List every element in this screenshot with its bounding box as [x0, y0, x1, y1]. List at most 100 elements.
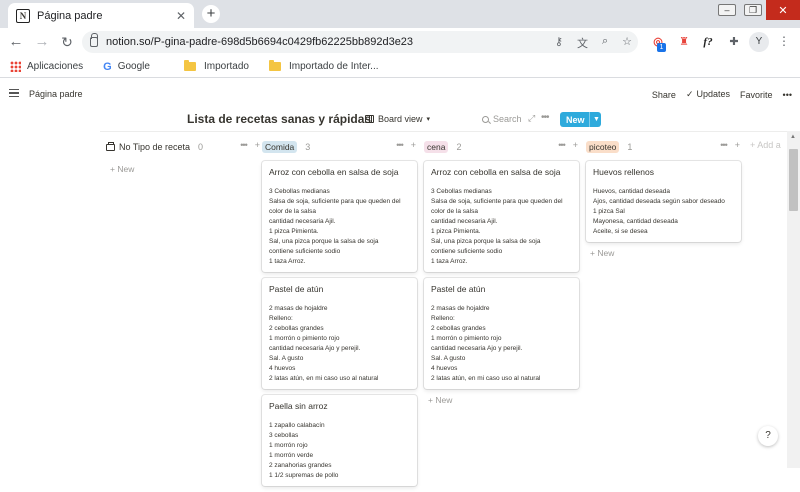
bookmark-folder-importado-inter[interactable]: Importado de Inter... [269, 60, 379, 72]
new-tab-button[interactable]: + [202, 5, 220, 23]
new-button[interactable]: New ▼ [560, 112, 601, 127]
help-button[interactable]: ? [758, 426, 778, 446]
card-line: Salsa de soja, suficiente para que quede… [269, 198, 401, 205]
folder-icon [269, 60, 281, 71]
card-line: cantidad necesaria Ajil. [431, 218, 498, 225]
bookmark-apps[interactable]: Aplicaciones [10, 61, 83, 72]
add-new-card[interactable]: + New [424, 395, 579, 405]
card-line: color de la salsa [269, 208, 316, 215]
bookmark-folder-importado[interactable]: Importado [183, 60, 249, 72]
card-title: Arroz con cebolla en salsa de soja [431, 167, 561, 177]
recipe-card[interactable]: Paella sin arroz 1 zapallo calabacín 3 ceb… [262, 395, 417, 486]
recipe-card[interactable]: Huevos rellenos Huevos, cantidad deseada A… [586, 161, 741, 242]
card-line: 2 zanahorias grandes [269, 462, 332, 469]
card-line: 3 Cebollas medianas [269, 188, 330, 195]
add-group-button[interactable]: + Add a [750, 140, 781, 150]
card-list: Huevos rellenos Huevos, cantidad deseada A… [586, 161, 741, 242]
updates-button[interactable]: ✓ Updates [686, 89, 730, 100]
card-line: cantidad necesaria Ajo y perejil. [431, 345, 523, 352]
updates-label: Updates [696, 89, 731, 99]
extension-red-icon[interactable]: ♜ [676, 34, 692, 50]
recipe-card[interactable]: Arroz con cebolla en salsa de soja 3 Cebo… [424, 161, 579, 272]
view-selector[interactable]: Board view ▾ [365, 114, 430, 124]
window-close-button[interactable]: ✕ [766, 0, 800, 20]
extension-f-icon[interactable]: f? [700, 34, 716, 50]
more-options-icon[interactable]: ••• [783, 90, 792, 100]
favorite-button[interactable]: Favorite [740, 90, 773, 100]
tab-strip: N Página padre ✕ + – ❐ ✕ [0, 0, 800, 28]
lock-icon[interactable] [90, 33, 98, 47]
card-line: Ajos, cantidad deseada según sabor desea… [593, 198, 725, 205]
bookmark-google[interactable]: G Google [103, 61, 150, 73]
back-arrow-icon[interactable]: ← [6, 32, 26, 52]
card-line: 2 latas atún, en mi caso uso al natural [431, 375, 541, 382]
board-view-icon [365, 115, 374, 123]
card-line: 1 pizca Pimienta. [269, 228, 319, 235]
card-line: 2 latas atún, en mi caso uso al natural [269, 375, 379, 382]
database-title[interactable]: Lista de recetas sanas y rápidas [187, 112, 371, 126]
breadcrumb[interactable]: Página padre [29, 89, 83, 99]
card-line: Huevos, cantidad deseada [593, 188, 670, 195]
chevron-down-icon[interactable]: ▼ [590, 116, 600, 123]
column-more-icon[interactable]: ••• [396, 140, 404, 150]
column-add-icon[interactable]: + [411, 140, 416, 150]
bookmark-star-icon[interactable]: ☆ [622, 35, 632, 51]
column-more-icon[interactable]: ••• [720, 140, 728, 150]
card-line: Sal. A gusto [431, 355, 466, 362]
scroll-up-icon[interactable]: ▲ [790, 134, 796, 140]
column-add-icon[interactable]: + [735, 140, 740, 150]
add-new-card[interactable]: + New [586, 248, 741, 258]
no-category-icon [106, 141, 115, 151]
url-text[interactable]: notion.so/P-gina-padre-698d5b6694c0429fb… [106, 36, 413, 48]
column-more-icon[interactable]: ••• [240, 140, 248, 150]
window-maximize-button[interactable]: ❐ [740, 0, 766, 20]
zoom-icon[interactable]: ⌕ [602, 35, 608, 51]
browser-menu-icon[interactable]: ⋮ [778, 34, 790, 48]
extension-badge: 1 [657, 43, 666, 52]
board-column-no-type: No Tipo de receta 0 ••• + + New [106, 140, 261, 174]
notion-favicon-icon: N [16, 8, 30, 23]
card-title: Pastel de atún [431, 284, 486, 294]
recipe-card[interactable]: Pastel de atún 2 masas de hojaldre Relleno… [262, 278, 417, 389]
column-header[interactable]: picoteo 1 ••• + [586, 140, 741, 154]
expand-icon[interactable]: ⤢ [528, 113, 535, 124]
extensions-puzzle-icon[interactable]: ✚ [726, 34, 742, 50]
sidebar-menu-icon[interactable] [9, 89, 19, 97]
card-list: Arroz con cebolla en salsa de soja 3 Cebo… [262, 161, 417, 486]
column-add-icon[interactable]: + [255, 140, 260, 150]
page-scrollbar[interactable]: ▲ [787, 131, 800, 468]
search-label: Search [493, 114, 522, 124]
column-header[interactable]: cena 2 ••• + [424, 140, 579, 154]
card-line: contiene suficiente sodio [269, 248, 341, 255]
window-minimize-button[interactable]: – [714, 0, 740, 20]
reload-icon[interactable]: ↻ [57, 32, 77, 52]
card-line: Salsa de soja, suficiente para que quede… [431, 198, 563, 205]
database-search[interactable]: Search [482, 114, 522, 124]
column-header[interactable]: No Tipo de receta 0 ••• + [106, 140, 261, 154]
recipe-card[interactable]: Pastel de atún 2 masas de hojaldre Relleno… [424, 278, 579, 389]
recipe-card[interactable]: Arroz con cebolla en salsa de soja 3 Cebo… [262, 161, 417, 272]
add-new-card[interactable]: + New [106, 164, 261, 174]
column-header[interactable]: Comida 3 ••• + [262, 140, 417, 154]
browser-toolbar: ← → ↻ notion.so/P-gina-padre-698d5b6694c… [0, 28, 800, 56]
tab-close-icon[interactable]: ✕ [176, 9, 186, 23]
profile-avatar[interactable]: Y [749, 32, 769, 52]
browser-tab[interactable]: N Página padre ✕ [8, 3, 194, 28]
card-line: 2 cebollas grandes [431, 325, 486, 332]
forward-arrow-icon[interactable]: → [32, 32, 52, 52]
card-line: Relleno: [269, 315, 293, 322]
card-line: 1 pizca Sal [593, 208, 625, 215]
view-label: Board view [378, 114, 423, 124]
bookmark-label: Importado [203, 61, 249, 72]
card-line: Sal, una pizca porque la salsa de soja [269, 238, 379, 245]
database-more-icon[interactable]: ••• [541, 112, 549, 123]
column-add-icon[interactable]: + [573, 140, 578, 150]
card-line: Aceite, si se desea [593, 228, 648, 235]
card-line: 1 morrón verde [269, 452, 314, 459]
scrollbar-thumb[interactable] [789, 149, 798, 211]
share-button[interactable]: Share [652, 90, 676, 100]
address-bar[interactable]: notion.so/P-gina-padre-698d5b6694c0429fb… [82, 31, 638, 53]
key-icon[interactable]: ⚷ [555, 35, 563, 51]
translate-icon[interactable]: 文 [577, 35, 588, 51]
column-more-icon[interactable]: ••• [558, 140, 566, 150]
